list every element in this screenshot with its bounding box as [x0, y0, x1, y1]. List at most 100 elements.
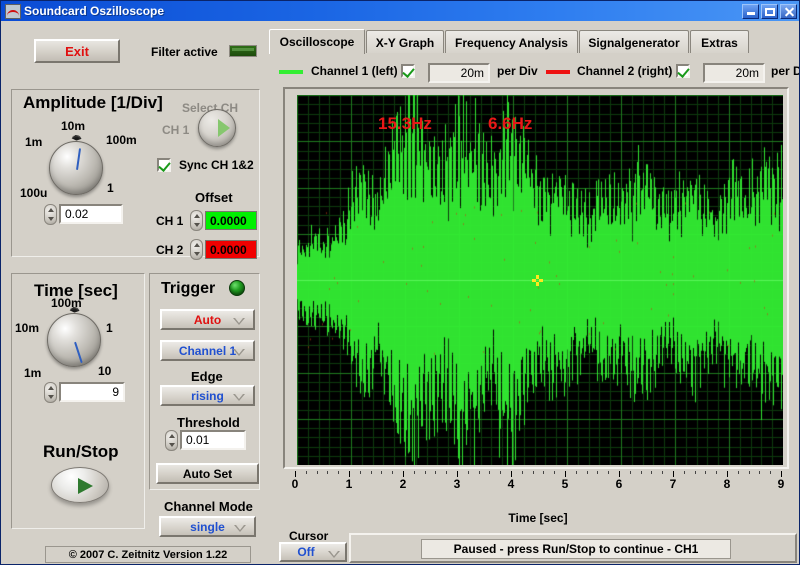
x-tick-minor — [608, 471, 610, 474]
chevron-down-icon — [233, 318, 245, 325]
x-tick-minor — [489, 471, 491, 474]
application-window: Soundcard Oszilloscope Exit Filter activ… — [0, 0, 800, 565]
select-ch-knob[interactable] — [198, 109, 236, 147]
trigger-title: Trigger — [161, 280, 216, 297]
sync-channels-checkbox[interactable] — [157, 158, 171, 172]
x-tick-minor — [359, 471, 361, 474]
minimize-button[interactable] — [742, 3, 759, 19]
x-tick-label: 3 — [453, 477, 461, 491]
tab-extras[interactable]: Extras — [690, 30, 749, 54]
x-tick-minor — [392, 471, 394, 474]
x-tick-minor — [662, 471, 664, 474]
time-knob-ticks — [47, 306, 101, 367]
offset-ch2-label: CH 2 — [156, 243, 184, 257]
channel-mode-dropdown[interactable]: single — [159, 516, 256, 537]
time-tick-label-1m: 1m — [24, 366, 42, 380]
time-tick-label-10: 10 — [98, 364, 112, 378]
trigger-channel-value: Channel 1 — [178, 343, 237, 358]
tab-xy-graph[interactable]: X-Y Graph — [366, 30, 444, 54]
x-tick-minor — [500, 471, 502, 474]
trigger-channel-dropdown[interactable]: Channel 1 — [160, 340, 255, 361]
exit-button[interactable]: Exit — [34, 39, 120, 63]
x-tick-label: 4 — [507, 477, 515, 491]
channel-2-per-div-field[interactable]: 20m — [703, 63, 765, 83]
filter-active-label: Filter active — [151, 45, 218, 59]
offset-ch1-label: CH 1 — [156, 214, 184, 228]
tab-bar: Oscilloscope X-Y Graph Frequency Analysi… — [269, 29, 797, 54]
x-tick-minor — [532, 471, 534, 474]
play-icon — [78, 478, 93, 494]
trigger-edge-value: rising — [191, 388, 224, 403]
channel-1-per-div-field[interactable]: 20m — [428, 63, 490, 83]
window-buttons — [742, 3, 797, 19]
time-tick-label-10m: 10m — [15, 321, 40, 335]
x-tick-minor — [381, 471, 383, 474]
amplitude-tick-label-1m: 1m — [25, 135, 43, 149]
x-tick-minor — [305, 471, 307, 474]
x-tick-label: 9 — [777, 477, 785, 491]
x-tick-label: 2 — [399, 477, 407, 491]
x-tick-minor — [748, 471, 750, 474]
amplitude-tick-label-1: 1 — [107, 181, 114, 195]
filter-active-indicator — [229, 45, 257, 57]
auto-set-button[interactable]: Auto Set — [156, 463, 259, 484]
x-axis-title: Time [sec] — [508, 511, 568, 525]
amplitude-stepper[interactable] — [44, 204, 57, 225]
offset-ch2-stepper[interactable] — [190, 239, 203, 260]
trigger-threshold-stepper[interactable] — [165, 430, 178, 451]
run-stop-title: Run/Stop — [43, 442, 119, 461]
status-message: Paused - press Run/Stop to continue - CH… — [421, 539, 731, 559]
time-value-field[interactable]: 9 — [59, 382, 125, 402]
sync-channels-label: Sync CH 1&2 — [179, 158, 254, 172]
offset-ch1-stepper[interactable] — [190, 210, 203, 231]
plot-frame: 15.3Hz 6.6Hz — [283, 87, 789, 469]
channel-2-enable-checkbox[interactable] — [676, 64, 690, 78]
tab-label: Extras — [701, 35, 738, 50]
channel-1-color-swatch — [279, 70, 303, 74]
x-tick-label: 0 — [291, 477, 299, 491]
x-tick-minor — [338, 471, 340, 474]
amplitude-tick-label-10m: 10m — [61, 119, 86, 133]
time-stepper[interactable] — [44, 382, 57, 403]
offset-ch2-value[interactable]: 0.0000 — [205, 240, 257, 259]
channel-1-enable-checkbox[interactable] — [401, 64, 415, 78]
x-tick-minor — [370, 471, 372, 474]
frequency-annotation-2: 6.6Hz — [488, 114, 533, 133]
cursor-dropdown[interactable]: Off — [279, 542, 347, 562]
amplitude-knob-ticks — [49, 134, 103, 195]
x-tick-minor — [467, 471, 469, 474]
tab-oscilloscope[interactable]: Oscilloscope — [269, 29, 365, 54]
channel-2-per-div-label: per Div — [771, 64, 799, 78]
copyright-label: © 2007 C. Zeitnitz Version 1.22 — [45, 546, 251, 563]
amplitude-title: Amplitude [1/Div] — [23, 93, 163, 112]
trigger-mode-dropdown[interactable]: Auto — [160, 309, 255, 330]
x-tick-minor — [651, 471, 653, 474]
trigger-mode-value: Auto — [193, 312, 222, 327]
title-bar: Soundcard Oszilloscope — [1, 1, 799, 21]
channel-2-color-swatch — [546, 70, 570, 74]
x-tick-minor — [770, 471, 772, 474]
x-tick-minor — [478, 471, 480, 474]
maximize-button[interactable] — [761, 3, 778, 19]
trigger-threshold-field[interactable]: 0.01 — [180, 430, 246, 450]
x-tick-minor — [413, 471, 415, 474]
trigger-edge-dropdown[interactable]: rising — [160, 385, 255, 406]
tab-label: Signalgenerator — [588, 35, 680, 50]
offset-ch1-value[interactable]: 0.0000 — [205, 211, 257, 230]
tab-signalgenerator[interactable]: Signalgenerator — [579, 30, 689, 54]
tab-frequency-analysis[interactable]: Frequency Analysis — [445, 30, 578, 54]
x-tick-minor — [629, 471, 631, 474]
tab-label: Frequency Analysis — [455, 35, 568, 50]
run-stop-button[interactable] — [51, 467, 109, 503]
x-tick-minor — [586, 471, 588, 474]
x-tick-minor — [705, 471, 707, 474]
tab-label: Oscilloscope — [279, 35, 355, 49]
amplitude-value-field[interactable]: 0.02 — [59, 204, 123, 224]
x-tick-minor — [716, 471, 718, 474]
trigger-edge-title: Edge — [191, 369, 223, 384]
offset-title: Offset — [195, 190, 233, 205]
cursor-value: Off — [297, 545, 315, 559]
close-button[interactable] — [780, 3, 797, 19]
x-tick-label: 8 — [723, 477, 731, 491]
channel-2-label: Channel 2 (right) — [577, 64, 673, 78]
